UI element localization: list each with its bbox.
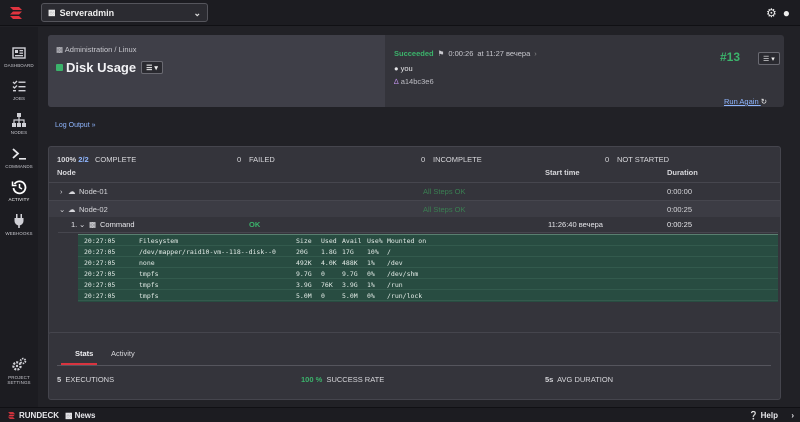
run-again-link[interactable]: Run Again ↻ [724,97,767,106]
chevron-down-icon[interactable]: ⌄ [79,220,85,229]
execution-status: Succeeded ⚑ 0:00:26 at 11:27 вечера › [394,49,537,58]
sidebar-item-webhooks[interactable]: WEBHOOKS [0,213,38,236]
execution-duration: 0:00:26 [448,49,474,58]
sidebar-item-commands[interactable]: COMMANDS [0,146,38,169]
status-badge: Succeeded [394,49,434,58]
folder-icon: ▩ [56,45,64,54]
tab-stats[interactable]: Stats [75,349,93,358]
execution-header: ▩ Administration / Linux Disk Usage ☰ ▾ … [48,35,784,107]
log-line: 20:27:05 /dev/mapper/raid10-vm--118--dis… [78,246,778,257]
footer: RUNDECK ▩ News ❔ Help › [0,407,800,422]
execution-hash: ∆ a14bc3e6 [394,77,434,86]
log-line: 20:27:05 tmpfs 5.0M 0 5.0M 0% /run/lock [78,290,778,301]
execution-number[interactable]: #13 [720,50,740,64]
refresh-icon: ↻ [760,97,768,106]
log-line: 20:27:05 none 492K 4.0K 488K 1% /dev [78,257,778,268]
chevron-down-icon: ⌄ [193,8,201,18]
chevron-right-icon[interactable]: › [791,411,794,420]
page-title: Disk Usage ☰ ▾ [56,60,163,75]
table-row[interactable]: ⌄ ☁ Node-02 All Steps OK 0:00:25 [49,200,780,217]
sidebar-item-activity[interactable]: ACTIVITY [0,179,38,202]
footer-brand[interactable]: RUNDECK [19,411,59,420]
footer-news-link[interactable]: News [75,411,96,420]
node-results-panel: 100% 2/2 COMPLETE 0 FAILED 0 INCOMPLETE … [48,146,781,336]
user-icon[interactable]: ● [783,6,790,20]
sidebar-item-nodes[interactable]: NODES [0,112,38,135]
step-row[interactable]: 1. ⌄ ▩ Command OK 11:26:40 вечера 0:00:2… [58,217,778,233]
news-icon: ▩ [65,410,73,420]
execution-summary: 100% 2/2 COMPLETE 0 FAILED 0 INCOMPLETE … [57,155,670,164]
rundeck-logo-icon[interactable] [8,5,24,21]
log-line: 20:27:05 Filesystem Size Used Avail Use%… [78,235,778,246]
main-content: ▩ Administration / Linux Disk Usage ☰ ▾ … [38,27,800,407]
table-header: Node Start time Duration [57,168,698,177]
job-info-panel: ▩ Administration / Linux Disk Usage ☰ ▾ [48,35,385,107]
gear-icon[interactable]: ⚙ [766,6,777,20]
terminal-icon: ▩ [89,220,97,229]
log-line: 20:27:05 tmpfs 9.7G 0 9.7G 0% /dev/shm [78,268,778,279]
avg-duration-stat: 5s AVG DURATION [545,375,614,384]
top-bar: ▩ Serveradmin ⌄ ⚙ ● [0,0,800,26]
table-row[interactable]: › ☁ Node-01 All Steps OK 0:00:00 [49,182,780,199]
help-icon: ❔ [748,410,759,420]
chevron-right-icon[interactable]: › [534,49,537,58]
history-icon [11,180,27,195]
project-name: Serveradmin [59,7,115,18]
success-rate-stat: 100 % SUCCESS RATE [301,375,385,384]
briefcase-icon: ▩ [48,8,56,17]
divider [57,365,771,366]
node-icon: ☁ [68,187,76,196]
nodes-icon [12,113,26,127]
sidebar-item-dashboard[interactable]: DASHBOARD [0,45,38,68]
log-output-link[interactable]: Log Output » [55,122,95,129]
dashboard-icon [12,47,26,59]
footer-help-link[interactable]: ❔ Help [748,411,778,420]
rundeck-logo-icon [8,411,15,419]
job-actions-menu-button[interactable]: ☰ ▾ [141,61,163,74]
node-icon: ☁ [68,205,76,214]
project-select[interactable]: ▩ Serveradmin ⌄ [41,3,208,22]
chevron-down-icon[interactable]: ⌄ [59,205,65,214]
chevron-right-icon[interactable]: › [60,187,63,196]
gears-icon [12,357,27,371]
stats-panel: Stats Activity 5 EXECUTIONS 100 % SUCCES… [48,332,781,400]
log-line: 20:27:05 tmpfs 3.9G 76K 3.9G 1% /run [78,279,778,290]
status-ok-icon [56,64,63,71]
executions-stat: 5 EXECUTIONS [57,375,115,384]
flag-icon: ⚑ [437,49,445,58]
breadcrumb[interactable]: ▩ Administration / Linux [56,45,136,54]
log-output: 20:27:05 Filesystem Size Used Avail Use%… [78,234,778,302]
execution-user: ● you [394,64,413,73]
terminal-icon [12,148,26,160]
fork-icon: ∆ [394,77,399,86]
user-icon: ● [394,64,399,73]
execution-actions-menu-button[interactable]: ☰ ▾ [758,52,780,65]
sidebar-item-project-settings[interactable]: PROJECT SETTINGS [0,357,38,385]
plug-icon [14,214,24,228]
sidebar: DASHBOARD JOBS NODES COMMANDS ACTIVITY W… [0,27,38,407]
tab-activity[interactable]: Activity [111,349,135,358]
sidebar-item-jobs[interactable]: JOBS [0,78,38,101]
jobs-icon [12,80,26,92]
execution-time: at 11:27 вечера [477,49,531,58]
